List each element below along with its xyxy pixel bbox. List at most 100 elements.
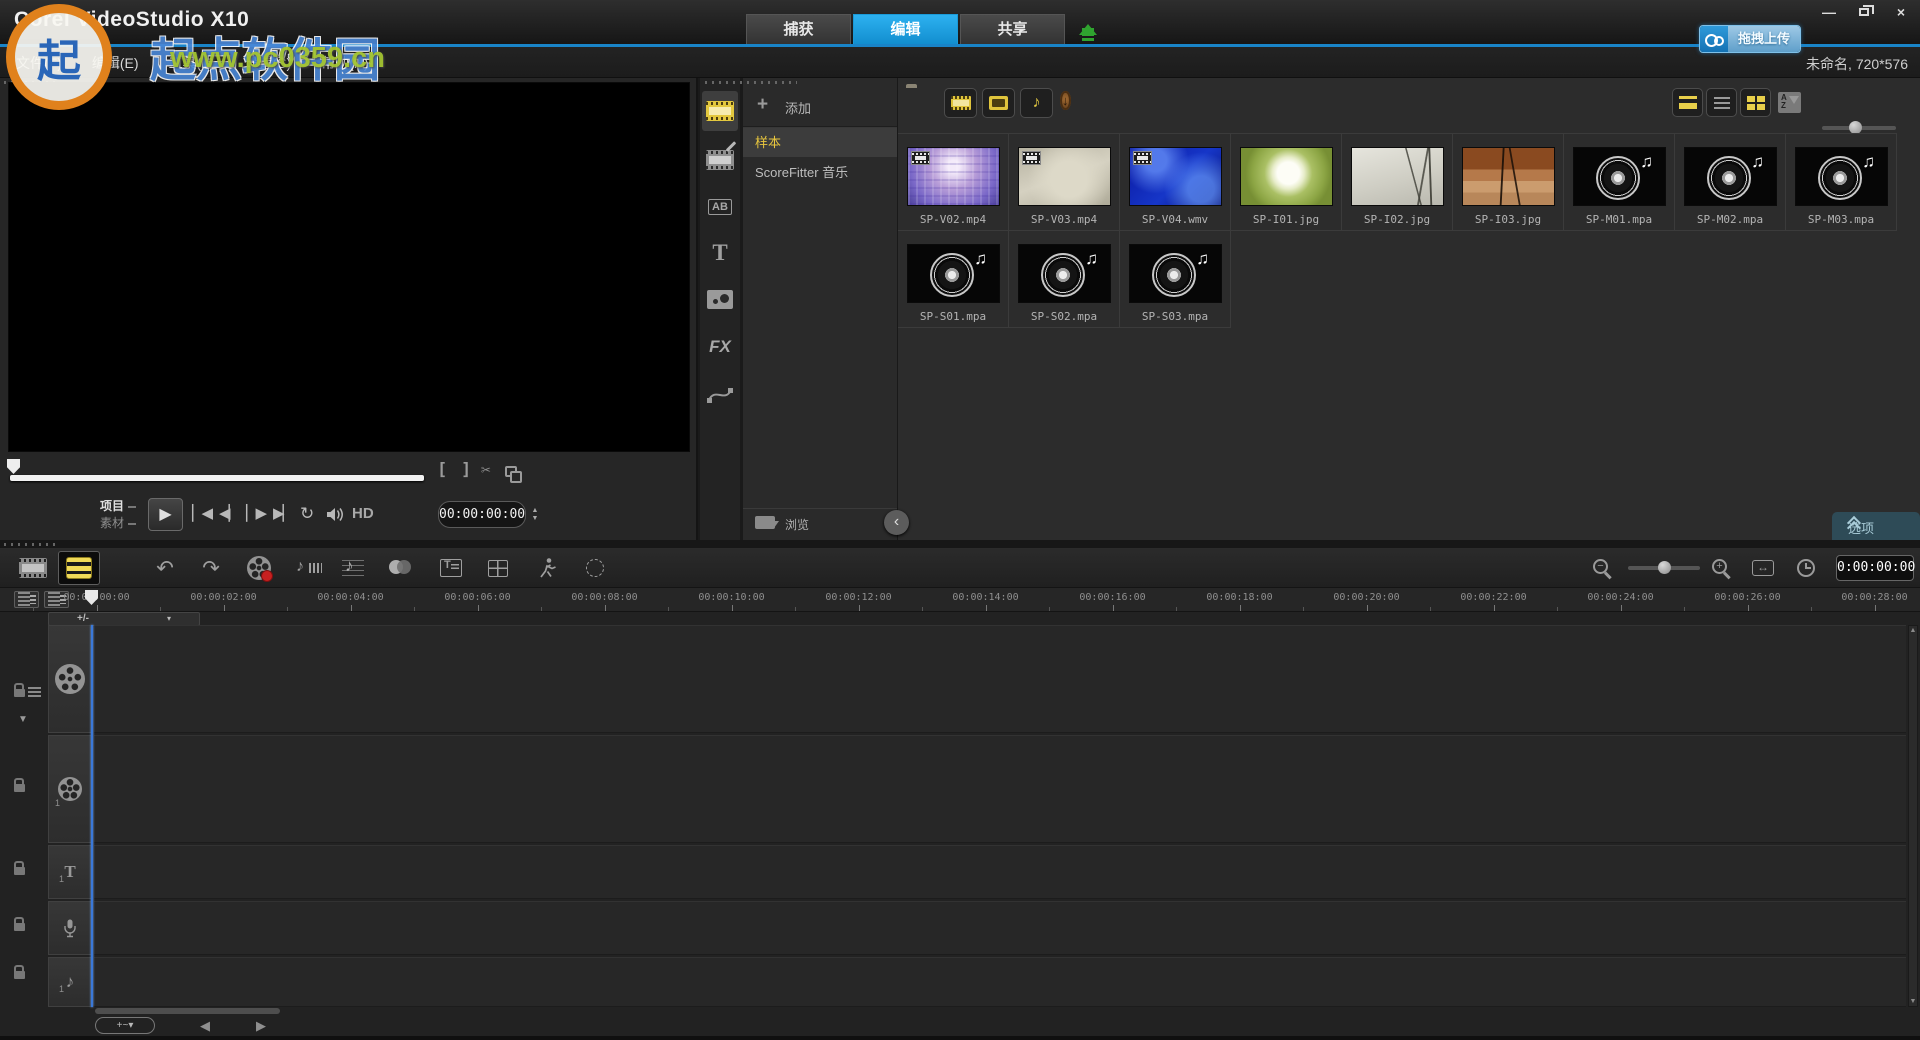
project-duration-button[interactable] xyxy=(1797,559,1815,577)
timecode-spinner[interactable]: ▲▼ xyxy=(529,501,541,528)
fit-project-button[interactable]: ↔ xyxy=(1752,560,1774,576)
menu-item[interactable]: 工具(T) xyxy=(169,53,215,73)
view-grid-button[interactable] xyxy=(1740,88,1771,117)
collapse-panel-button[interactable]: ‹ xyxy=(884,510,909,535)
lock-icon-overlay-track[interactable] xyxy=(14,784,25,792)
nav-filter-button[interactable]: FX xyxy=(702,327,738,367)
get-more-content-button[interactable]: ↓ xyxy=(1060,89,1071,123)
menu-item[interactable]: 文件(F) xyxy=(16,53,62,73)
mark-in-button[interactable]: [ xyxy=(437,460,447,480)
auto-music-button[interactable]: ♪ xyxy=(336,552,370,584)
filter-photo-button[interactable] xyxy=(982,88,1015,118)
nav-title-button[interactable]: T xyxy=(702,233,738,273)
filter-audio-button[interactable]: ♪ xyxy=(1020,88,1053,118)
undo-button[interactable]: ↶ xyxy=(148,552,182,584)
sound-mixer-button[interactable]: ♪ xyxy=(292,552,326,584)
library-media-item[interactable]: SP-I02.jpg xyxy=(1342,134,1453,231)
maximize-button[interactable] xyxy=(1854,4,1876,22)
timeline-zoom-in-button[interactable]: + xyxy=(1712,559,1727,574)
split-clip-icon[interactable]: ✂ xyxy=(481,460,491,479)
storyboard-view-button[interactable] xyxy=(12,551,54,585)
zoom-slider-knob[interactable] xyxy=(1658,561,1671,574)
library-media-item[interactable]: SP-S02.mpa xyxy=(1009,231,1120,328)
scroll-left-button[interactable]: ◀ xyxy=(200,1018,210,1034)
menu-item[interactable]: 帮助(H) xyxy=(321,53,368,73)
add-category-button[interactable]: + 添加 xyxy=(743,92,897,122)
music-track-header[interactable]: ♪ 1 xyxy=(48,957,92,1007)
filter-video-button[interactable] xyxy=(944,88,977,118)
end-button[interactable]: ▶▏ xyxy=(273,504,292,522)
lock-icon-music-track[interactable] xyxy=(14,971,25,979)
mask-creator-button[interactable] xyxy=(578,552,612,584)
voice-track-lane[interactable] xyxy=(94,901,1906,955)
title-track-header[interactable]: T 1 xyxy=(48,845,92,899)
overlay-track-lane[interactable] xyxy=(94,735,1906,843)
timeline-horizontal-scrollbar[interactable] xyxy=(95,1008,280,1014)
thumbnail-size-slider[interactable] xyxy=(1822,126,1896,130)
track-list-icon[interactable] xyxy=(28,687,41,698)
library-media-item[interactable]: SP-V04.wmv xyxy=(1120,134,1231,231)
scrubber-playhead[interactable] xyxy=(7,459,20,474)
timeline-vertical-scrollbar[interactable]: ▲ ▼ xyxy=(1908,625,1918,1007)
library-media-item[interactable]: SP-I03.jpg xyxy=(1453,134,1564,231)
volume-icon[interactable] xyxy=(326,507,345,527)
library-media-item[interactable]: SP-M02.mpa xyxy=(1675,134,1786,231)
nav-instant-project-button[interactable] xyxy=(702,140,738,180)
split-screen-button[interactable] xyxy=(481,552,515,584)
redo-button[interactable]: ↷ xyxy=(194,552,228,584)
nav-graphic-button[interactable] xyxy=(702,279,738,319)
close-button[interactable]: × xyxy=(1890,4,1912,22)
hd-preview-badge[interactable]: HD xyxy=(352,505,374,522)
tab-edit[interactable]: 编辑 xyxy=(853,14,958,44)
menu-item[interactable]: 编辑(E) xyxy=(92,53,139,73)
subtitle-editor-button[interactable]: T xyxy=(434,552,468,584)
video-track-header[interactable] xyxy=(48,625,92,733)
library-media-item[interactable]: SP-M03.mpa xyxy=(1786,134,1897,231)
options-tab[interactable]: 选项 xyxy=(1832,512,1920,540)
splitter-drag-handle[interactable] xyxy=(4,543,60,546)
track-add-remove-strip[interactable]: +/-▾ xyxy=(48,612,200,626)
enlarge-preview-icon[interactable] xyxy=(505,466,517,477)
next-frame-button[interactable]: ▏▶ xyxy=(246,504,265,522)
video-track-lane[interactable] xyxy=(94,625,1906,733)
collapse-tracks-arrow[interactable]: ▼ xyxy=(18,714,28,725)
voice-track-header[interactable] xyxy=(48,901,92,955)
play-button[interactable]: ▶ xyxy=(148,498,183,531)
nav-transition-button[interactable]: AB xyxy=(702,187,738,227)
title-track-lane[interactable] xyxy=(94,845,1906,899)
mode-project-button[interactable]: 项目 xyxy=(92,497,136,514)
menu-item[interactable]: 设置(S) xyxy=(244,53,291,73)
motion-tracking-button[interactable] xyxy=(530,552,564,584)
cloud-upload-button[interactable]: 拖拽上传 xyxy=(1699,25,1801,53)
mark-out-button[interactable]: ] xyxy=(461,460,471,480)
lock-icon-video-track[interactable] xyxy=(14,689,25,697)
view-list-button[interactable] xyxy=(1706,88,1737,117)
nav-motion-path-button[interactable] xyxy=(702,375,738,415)
timeline-zoom-out-button[interactable]: − xyxy=(1593,559,1608,574)
category-samples[interactable]: 样本 xyxy=(743,128,897,157)
minimize-button[interactable]: — xyxy=(1818,4,1840,22)
preview-timecode[interactable]: 00:00:00:00 xyxy=(438,501,526,528)
panel-drag-handle[interactable] xyxy=(705,81,797,84)
scroll-right-button[interactable]: ▶ xyxy=(256,1018,266,1034)
scrubber-bar[interactable] xyxy=(10,475,424,481)
lock-icon-title-track[interactable] xyxy=(14,867,25,875)
chapter-cue-button[interactable]: +~▾ xyxy=(95,1017,155,1034)
library-media-item[interactable]: SP-S03.mpa xyxy=(1120,231,1231,328)
lock-icon-voice-track[interactable] xyxy=(14,923,25,931)
tab-capture[interactable]: 捕获 xyxy=(746,14,851,44)
horizontal-splitter[interactable] xyxy=(0,540,1920,548)
home-button[interactable]: ▏◀ xyxy=(192,504,211,522)
view-title-thumb-button[interactable] xyxy=(1672,88,1703,117)
category-scorefitter[interactable]: ScoreFitter 音乐 xyxy=(743,158,897,187)
tab-share[interactable]: 共享 xyxy=(960,14,1065,44)
browse-button[interactable]: 浏览 xyxy=(743,508,897,538)
sort-button[interactable]: AZ xyxy=(1778,92,1801,113)
painting-creator-button[interactable] xyxy=(384,552,418,584)
library-media-item[interactable]: SP-M01.mpa xyxy=(1564,134,1675,231)
overlay-track-header[interactable]: 1 xyxy=(48,735,92,843)
upload-arrow-icon[interactable] xyxy=(1078,15,1098,41)
library-media-item[interactable]: SP-V02.mp4 xyxy=(898,134,1009,231)
library-media-item[interactable]: SP-V03.mp4 xyxy=(1009,134,1120,231)
nav-media-button[interactable] xyxy=(702,91,738,131)
